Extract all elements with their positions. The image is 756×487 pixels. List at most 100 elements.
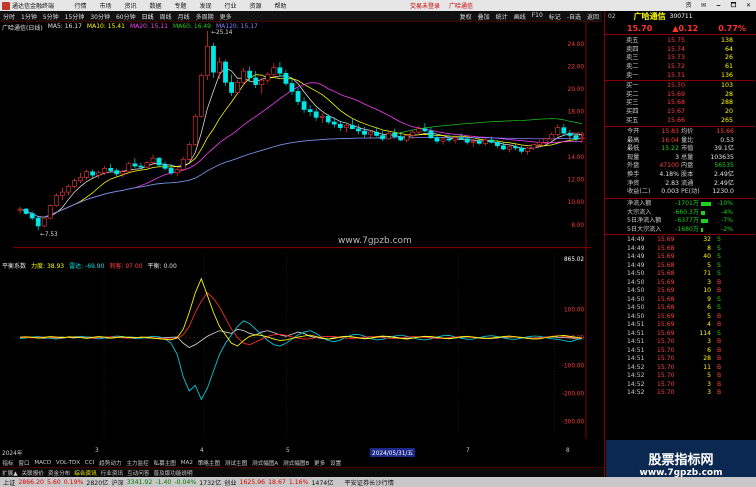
- period-intraday[interactable]: 分时: [0, 12, 18, 21]
- ma120-label: MA120: 15.17: [216, 23, 258, 30]
- tab-settings[interactable]: 设置: [328, 459, 344, 467]
- sh-label[interactable]: 上证: [3, 478, 15, 487]
- period-weekly[interactable]: 周线: [157, 12, 175, 21]
- tick-volume: 3: [707, 338, 711, 345]
- bid-row[interactable]: 买三 15.68 288: [605, 99, 756, 108]
- tick-time: 14:50: [627, 312, 645, 320]
- indicator-radar: 雷达: -69.90: [69, 263, 105, 270]
- draw-button[interactable]: 画线: [511, 12, 529, 21]
- stats-button[interactable]: 统计: [493, 12, 511, 21]
- tab-cci[interactable]: CCI: [83, 460, 97, 466]
- tick-row: 14:52 15.70 3 B: [605, 389, 756, 398]
- tab-expand[interactable]: 扩展▲: [0, 469, 20, 477]
- tick-volume: 5: [707, 312, 711, 320]
- stock-number: 02: [608, 13, 616, 20]
- overlay-button[interactable]: 叠加: [475, 12, 493, 21]
- tick-time: 14:51: [627, 355, 645, 362]
- mail-icon[interactable]: ✉: [696, 0, 711, 11]
- tick-volume: 10: [703, 287, 711, 294]
- period-more[interactable]: 更多: [217, 12, 235, 21]
- tab-ma2[interactable]: MA2: [178, 460, 195, 466]
- tab-vol[interactable]: VOL-TDX: [54, 460, 83, 466]
- candle-body: [380, 135, 386, 140]
- tab-guide[interactable]: 普及版功能说明: [151, 469, 194, 477]
- tick-side: B: [717, 380, 722, 388]
- tick-row: 14:51 15.69 114 S: [605, 330, 756, 339]
- mark-button[interactable]: 标记: [546, 12, 564, 21]
- kline-chart[interactable]: 24.0022.0020.0018.0016.0014.0012.0010.00…: [0, 22, 604, 458]
- period-60min[interactable]: 60分钟: [113, 12, 139, 21]
- menu-item-industry[interactable]: 行业: [218, 1, 243, 10]
- tick-side: B: [717, 355, 722, 362]
- menu-item-data[interactable]: 数据: [143, 1, 168, 10]
- ask-row[interactable]: 卖三 15.73 26: [605, 54, 756, 63]
- tab-industry-news[interactable]: 行业资讯: [99, 469, 125, 477]
- period-15min[interactable]: 15分钟: [62, 12, 88, 21]
- maximize-icon[interactable]: 🗖: [726, 0, 741, 11]
- tick-time: 14:49: [627, 244, 645, 252]
- trade-login-status[interactable]: 交易未登录: [410, 1, 440, 10]
- tab-trend[interactable]: 趋势动力: [97, 459, 124, 467]
- candle-body: [72, 180, 77, 187]
- tick-side: S: [717, 253, 721, 260]
- minimize-icon[interactable]: 🗕: [711, 0, 726, 11]
- tab-general-news[interactable]: 综合资讯: [72, 469, 98, 477]
- menu-item-help[interactable]: 帮助: [268, 1, 293, 10]
- adjust-button[interactable]: 复权: [457, 12, 475, 21]
- tab-test-main[interactable]: 测试主图: [222, 459, 249, 467]
- tab-macd[interactable]: MACD: [32, 460, 54, 466]
- sh-change: 5.60: [46, 478, 61, 486]
- period-multi[interactable]: 多周期: [193, 12, 217, 21]
- period-5min[interactable]: 5分钟: [40, 12, 62, 21]
- tab-more[interactable]: 更多: [312, 459, 328, 467]
- quote-value: 2.49亿: [714, 179, 734, 187]
- tab-test-b[interactable]: 测式幅图B: [281, 459, 312, 467]
- candle-body: [422, 128, 428, 132]
- bid-label: 买三: [626, 99, 639, 107]
- tab-indicator[interactable]: 指标: [0, 459, 16, 467]
- candle-body: [78, 177, 83, 182]
- bid-volume: 265: [720, 116, 733, 124]
- tab-qa[interactable]: 互动问答: [125, 469, 151, 477]
- period-daily[interactable]: 日线: [139, 12, 157, 21]
- tab-private-main[interactable]: 私募主图: [151, 459, 178, 467]
- f10-button[interactable]: F10: [529, 12, 546, 21]
- bid-row[interactable]: 买四 15.67 20: [605, 108, 756, 117]
- candle-body: [150, 157, 156, 163]
- period-monthly[interactable]: 月线: [175, 12, 193, 21]
- tab-capital-dist[interactable]: 资金分布: [46, 469, 72, 477]
- candle-body: [211, 45, 216, 73]
- period-30min[interactable]: 30分钟: [87, 12, 113, 21]
- ask-price: 15.75: [667, 37, 686, 44]
- cy-label[interactable]: 创业: [224, 478, 236, 487]
- tick-time: 14:50: [627, 278, 645, 286]
- tab-related-quotes[interactable]: 关联报价: [20, 469, 46, 477]
- menu-item-market[interactable]: 市场: [93, 1, 118, 10]
- candle-body: [90, 171, 95, 176]
- zi-button[interactable]: 资: [681, 0, 696, 11]
- menu-item-news[interactable]: 资讯: [118, 1, 143, 10]
- menu-item-quotes[interactable]: 行情: [68, 1, 93, 10]
- date-m4: 4: [200, 448, 204, 454]
- candle-body: [198, 75, 204, 117]
- bid-row[interactable]: 买五 15.66 265: [605, 117, 756, 126]
- back-button[interactable]: 返回: [584, 12, 602, 21]
- menu-item-resources[interactable]: 资源: [243, 1, 268, 10]
- tab-main-monitor[interactable]: 主力监控: [124, 459, 151, 467]
- tab-window[interactable]: 窗口: [16, 459, 32, 467]
- menu-item-topics[interactable]: 专题: [168, 1, 193, 10]
- chart-watermark: www.7gpzb.com: [338, 236, 412, 246]
- quote-value: 56535: [714, 162, 734, 170]
- ask-row[interactable]: 卖二 15.72 61: [605, 63, 756, 72]
- ask-row[interactable]: 卖五 15.75 138: [605, 37, 756, 46]
- period-1min[interactable]: 1分钟: [18, 12, 40, 21]
- tab-test-a[interactable]: 测式幅图A: [250, 459, 281, 467]
- menu-item-discover[interactable]: 发现: [193, 1, 218, 10]
- tab-strategy-main[interactable]: 策略主图: [195, 459, 222, 467]
- tick-side: B: [717, 278, 722, 286]
- bid-row[interactable]: 买一 15.70 103: [605, 82, 756, 91]
- close-icon[interactable]: ✕: [741, 0, 756, 11]
- remove-watchlist-button[interactable]: -自选: [564, 12, 584, 21]
- sz-label[interactable]: 沪深: [111, 478, 123, 487]
- candle-body: [223, 61, 228, 83]
